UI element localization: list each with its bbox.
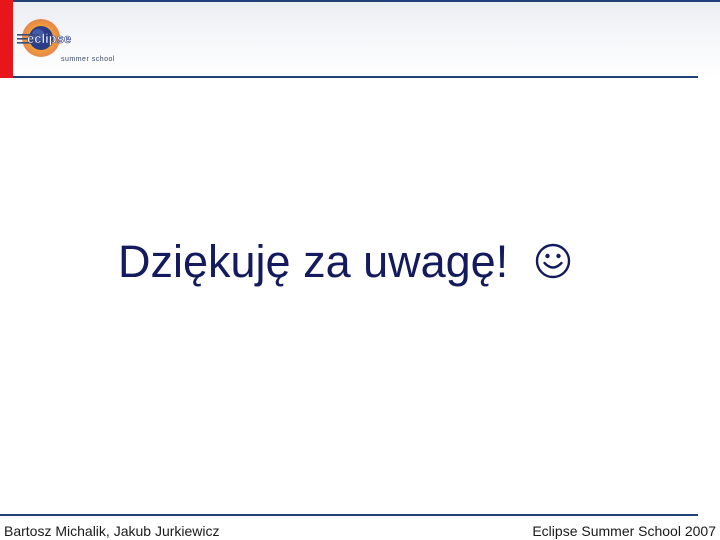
- header-top-rule: [13, 0, 720, 2]
- slide-header: eclipse summer school: [0, 0, 720, 78]
- footer-authors: Bartosz Michalik, Jakub Jurkiewicz: [4, 523, 220, 539]
- header-bottom-rule: [13, 76, 698, 78]
- eclipse-summer-school-logo: eclipse summer school: [15, 14, 125, 63]
- smiley-icon: [535, 243, 570, 279]
- footer-event: Eclipse Summer School 2007: [532, 523, 716, 539]
- eclipse-logo-graphic: eclipse: [17, 19, 71, 57]
- slide: eclipse summer school Dziękuję za uwagę!…: [0, 0, 720, 540]
- footer-rule: [0, 514, 698, 516]
- logo-wordmark: eclipse: [27, 31, 71, 46]
- thank-you-text: Dziękuję za uwagę!: [118, 236, 509, 287]
- red-accent-bar: [0, 0, 13, 78]
- logo-subtitle: summer school: [61, 56, 115, 63]
- thank-you-message: Dziękuję za uwagę!: [118, 236, 571, 288]
